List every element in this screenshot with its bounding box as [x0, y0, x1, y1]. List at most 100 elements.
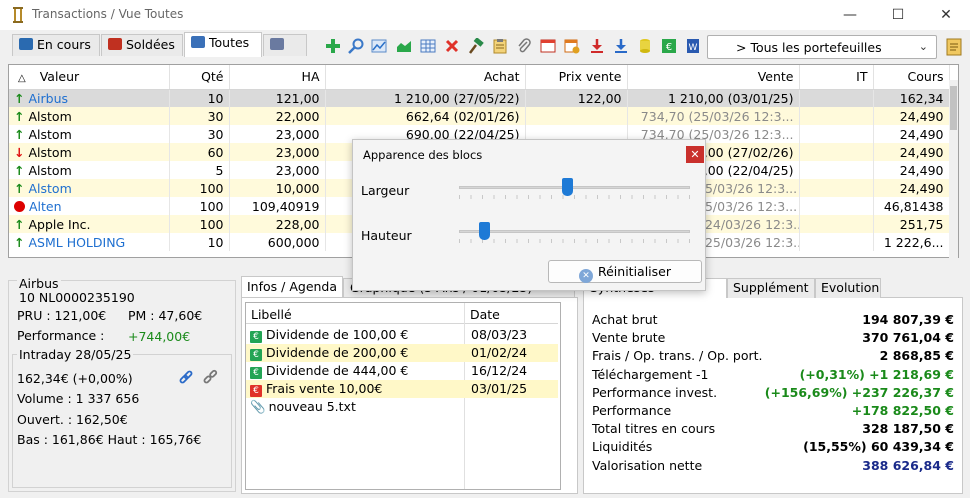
table-scrollbar[interactable] [949, 80, 958, 258]
unlink-icon[interactable] [202, 369, 218, 385]
cell-cours: 1 222,6... [873, 233, 950, 251]
summary-row: Téléchargement -1 (+0,31%) +1 218,69 € [592, 367, 954, 385]
delete-icon[interactable] [444, 38, 460, 54]
summary-label: Vente brute [592, 330, 666, 346]
minimize-button[interactable]: — [830, 4, 870, 26]
grid-icon[interactable] [420, 38, 436, 54]
stock-name[interactable]: Alstom [28, 181, 71, 196]
table-row[interactable]: ↑ Airbus 10 121,00 1 210,00 (27/05/22) 122,00… [9, 89, 950, 107]
summary-value: (+0,31%) +1 218,69 € [799, 366, 954, 382]
word-icon[interactable]: W [685, 38, 701, 54]
agenda-header [246, 303, 558, 324]
height-slider[interactable] [459, 222, 690, 243]
intraday-open: Ouvert. : 162,50€ [17, 412, 128, 427]
appearance-dialog: Apparence des blocs ✕ Largeur Hauteur ✕ R… [352, 139, 706, 291]
stock-name[interactable]: ASML HOLDING [28, 235, 125, 250]
tab-toutes[interactable]: Toutes [184, 32, 262, 57]
summary-label: Performance invest. [592, 384, 718, 400]
column-header-it[interactable]: IT [799, 65, 874, 90]
tab-evolution[interactable]: Evolution [815, 278, 881, 298]
add-icon[interactable] [325, 38, 341, 54]
cell-ha: 23,000 [229, 161, 326, 179]
intraday-title: Intraday 28/05/25 [17, 347, 134, 362]
column-header-prix-vente[interactable]: Prix vente [525, 65, 628, 90]
column-header-ha[interactable]: HA [229, 65, 326, 90]
chart-area-icon[interactable] [371, 38, 387, 54]
cell-name: ↑ Airbus [9, 89, 170, 107]
agenda-row[interactable]: € Dividende de 200,00 € 01/02/24 [246, 344, 558, 362]
cell-it [799, 179, 874, 197]
agenda-row[interactable]: € Dividende de 100,00 € 08/03/23 [246, 326, 558, 344]
cell-ha: 23,000 [229, 125, 326, 143]
clipboard-icon[interactable] [492, 38, 508, 54]
agenda-column-date[interactable]: Date [470, 307, 500, 322]
cell-achat: 662,64 (02/01/26) [325, 107, 526, 125]
briefcase-closed-icon [108, 38, 122, 50]
agenda-row[interactable]: € Dividende de 444,00 € 16/12/24 [246, 362, 558, 380]
calendar-alert-icon[interactable] [564, 38, 580, 54]
cell-name: ↓ Alstom [9, 143, 170, 161]
column-header-achat[interactable]: Achat [325, 65, 526, 90]
summary-label: Frais / Op. trans. / Op. port. [592, 348, 763, 364]
cell-name: Alten [9, 197, 170, 215]
database-icon[interactable] [637, 38, 653, 54]
cell-qty: 100 [169, 197, 230, 215]
close-window-button[interactable]: ✕ [926, 4, 966, 26]
download-blue-icon[interactable] [613, 38, 629, 54]
stock-name[interactable]: Airbus [28, 91, 68, 106]
cell-it [799, 107, 874, 125]
status-dot-icon [14, 200, 25, 212]
cell-name: ↑ Alstom [9, 161, 170, 179]
cell-cours: 46,81438 [873, 197, 950, 215]
height-slider-handle[interactable] [478, 222, 490, 240]
euro-icon[interactable]: € [661, 38, 677, 54]
agenda-label: € Frais vente 10,00€ [250, 381, 382, 397]
link-icon[interactable] [178, 369, 194, 385]
reset-button[interactable]: ✕ Réinitialiser [548, 260, 702, 283]
summary-value: 388 626,84 € [862, 457, 954, 473]
cell-name: ↑ Alstom [9, 107, 170, 125]
tab-soldees[interactable]: Soldées [101, 34, 183, 56]
maximize-button[interactable]: ☐ [878, 4, 918, 26]
table-row[interactable]: ↑ Alstom 30 22,000 662,64 (02/01/26) 734,70 (… [9, 107, 950, 125]
tab-extra[interactable] [263, 34, 307, 56]
trend-down-icon: ↓ [14, 144, 25, 160]
summary-row: Valorisation nette 388 626,84 € [592, 458, 954, 476]
height-label: Hauteur [361, 228, 412, 243]
dialog-close-button[interactable]: ✕ [686, 146, 704, 163]
cell-cours: 24,490 [873, 107, 950, 125]
agenda-row[interactable]: 📎 nouveau 5.txt [246, 398, 558, 416]
cell-cours: 24,490 [873, 179, 950, 197]
portfolio-select[interactable]: > Tous les portefeuilles ⌄ [707, 35, 937, 59]
agenda-row[interactable]: € Frais vente 10,00€ 03/01/25 [246, 380, 558, 398]
download-red-icon[interactable] [589, 38, 605, 54]
column-header-qte[interactable]: Qté [169, 65, 230, 90]
search-icon[interactable] [348, 38, 364, 54]
column-header-vente[interactable]: Vente [627, 65, 800, 90]
column-header-cours[interactable]: Cours [873, 65, 950, 90]
chart-green-icon[interactable] [396, 38, 412, 54]
width-slider[interactable] [459, 178, 690, 199]
cell-name: ↑ Alstom [9, 179, 170, 197]
tab-supplement[interactable]: Supplément [727, 278, 815, 298]
cell-qty: 100 [169, 215, 230, 233]
summary-label: Valorisation nette [592, 457, 703, 473]
agenda-column-libelle[interactable]: Libellé [251, 307, 292, 322]
tab-en-cours[interactable]: En cours [12, 34, 100, 56]
column-header-valeur[interactable]: △ Valeur [9, 65, 170, 90]
cell-ha: 23,000 [229, 143, 326, 161]
cell-name: ↑ Apple Inc. [9, 215, 170, 233]
window-icon[interactable] [540, 38, 556, 54]
notes-icon[interactable] [944, 37, 964, 57]
intraday-price: 162,34€ (+0,00%) [17, 371, 133, 386]
cell-name: ↑ ASML HOLDING [9, 233, 170, 251]
tab-infos-agenda[interactable]: Infos / Agenda [241, 276, 343, 298]
briefcase-all-icon [191, 36, 205, 48]
hammer-icon[interactable] [468, 38, 484, 54]
width-slider-handle[interactable] [562, 178, 574, 196]
stock-name[interactable]: Alten [29, 199, 62, 214]
scrollbar-thumb[interactable] [950, 86, 957, 130]
summary-row: Frais / Op. trans. / Op. port. 2 868,85 € [592, 348, 954, 366]
paperclip-icon[interactable] [516, 38, 532, 54]
cell-achat: 1 210,00 (27/05/22) [325, 89, 526, 107]
